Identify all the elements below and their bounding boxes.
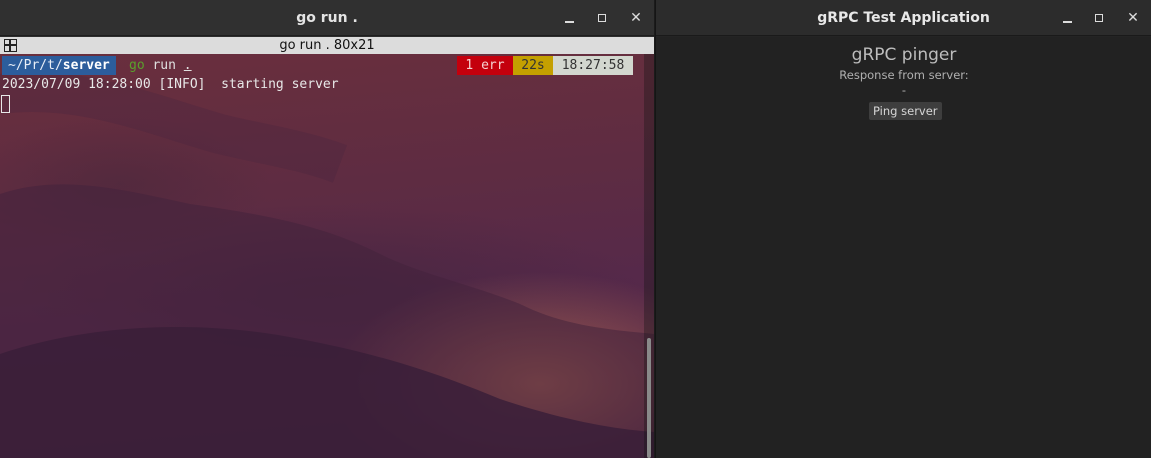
status-time-badge: 18:27:58: [553, 56, 633, 75]
app-content: gRPC pinger Response from server: - Ping…: [656, 37, 1151, 458]
wallpaper-background: [0, 72, 654, 458]
command-arg: .: [183, 58, 192, 73]
ping-server-button[interactable]: Ping server: [869, 102, 942, 120]
prompt-command: go run .: [129, 56, 192, 75]
terminal-window: go run . ✕ go run . 80x21 ~/Pr/t/server …: [0, 0, 654, 458]
prompt-path-segment: ~/Pr/t/server: [2, 56, 116, 75]
status-error-badge: 1 err: [457, 56, 513, 75]
command-run: run: [144, 58, 184, 73]
close-button[interactable]: ✕: [1124, 9, 1142, 27]
maximize-button[interactable]: [1090, 9, 1108, 27]
response-label: Response from server:: [839, 68, 969, 82]
maximize-button[interactable]: [593, 9, 611, 27]
close-icon: ✕: [1127, 10, 1139, 26]
minimize-button[interactable]: [560, 9, 578, 27]
app-heading: gRPC pinger: [851, 45, 957, 65]
terminal-window-title: go run .: [296, 10, 358, 26]
close-button[interactable]: ✕: [627, 9, 645, 27]
minimize-button[interactable]: [1058, 9, 1076, 27]
app-window: gRPC Test Application ✕ gRPC pinger Resp…: [655, 0, 1151, 458]
terminal-tab-bar: go run . 80x21: [0, 37, 654, 54]
status-duration-badge: 22s: [513, 56, 553, 75]
minimize-icon: [1063, 21, 1072, 23]
app-titlebar[interactable]: gRPC Test Application ✕: [656, 0, 1151, 36]
response-value: -: [901, 83, 907, 97]
maximize-icon: [598, 14, 606, 22]
shell-prompt: ~/Pr/t/server go run . 1 err 22s 18:27:5…: [0, 56, 644, 75]
terminal-tab-title[interactable]: go run . 80x21: [0, 37, 654, 54]
terminal-scrollbar[interactable]: [644, 54, 654, 458]
command-go: go: [129, 58, 145, 73]
log-line: 2023/07/09 18:28:00 [INFO] starting serv…: [2, 77, 339, 92]
maximize-icon: [1095, 14, 1103, 22]
terminal-cursor: [1, 95, 10, 113]
app-window-title: gRPC Test Application: [817, 10, 990, 26]
terminal-content[interactable]: ~/Pr/t/server go run . 1 err 22s 18:27:5…: [0, 54, 654, 458]
scrollbar-thumb[interactable]: [647, 338, 651, 458]
minimize-icon: [565, 21, 574, 23]
terminal-titlebar[interactable]: go run . ✕: [0, 0, 654, 36]
close-icon: ✕: [630, 10, 642, 26]
prompt-current-dir: server: [62, 58, 110, 73]
